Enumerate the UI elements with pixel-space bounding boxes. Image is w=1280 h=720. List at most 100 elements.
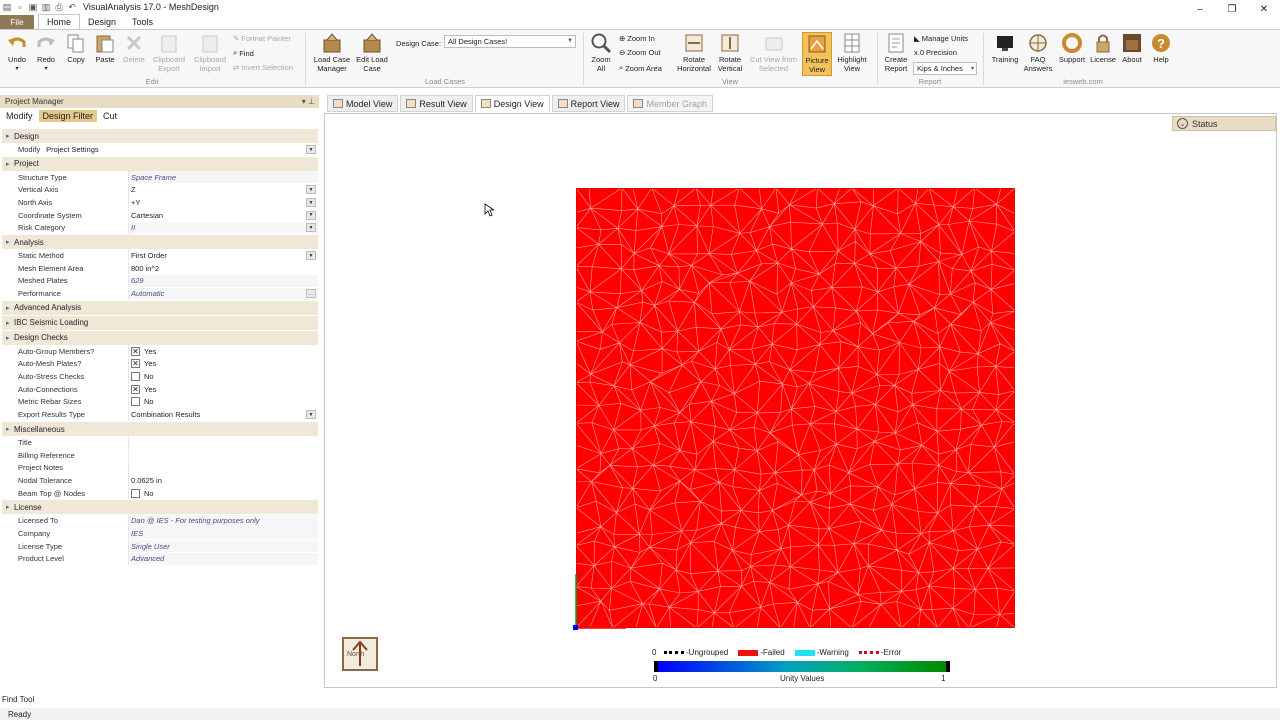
property-row-auto-mesh-plates[interactable]: Auto-Mesh Plates? ✕ Yes	[2, 357, 318, 371]
zoom-in-button[interactable]: ⊕ Zoom In	[619, 34, 655, 43]
paste-button[interactable]: Paste	[93, 32, 117, 65]
pin-icon[interactable]: ▾ ⊥	[302, 97, 315, 106]
app-icon[interactable]: ▤	[2, 2, 12, 12]
tab-home[interactable]: Home	[38, 14, 81, 29]
property-value[interactable]: +Y	[128, 196, 318, 209]
section-advanced-analysis[interactable]: Advanced Analysis	[2, 300, 318, 315]
property-row-risk-category[interactable]: Risk Category II ▼	[2, 221, 318, 234]
chevron-down-icon[interactable]: ▼	[306, 251, 316, 261]
rotate-horizontal-button[interactable]: Rotate Horizontal	[674, 32, 714, 73]
find-tool[interactable]: Find Tool	[2, 695, 34, 704]
property-row-performance[interactable]: Performance Automatic…	[2, 287, 318, 300]
picture-view-button[interactable]: Picture View	[802, 32, 832, 76]
property-row-mesh-element-area[interactable]: Mesh Element Area 800 in^2	[2, 262, 318, 275]
redo-button[interactable]: Redo ▾	[35, 32, 57, 73]
property-value[interactable]: 800 in^2	[128, 262, 318, 275]
section-design[interactable]: Design	[2, 129, 318, 143]
status-button[interactable]: ⌄ Status	[1172, 116, 1276, 131]
format-painter-button[interactable]: ✎ Format Painter	[233, 34, 291, 43]
pm-tab-modify[interactable]: Modify	[2, 110, 37, 122]
undo-button[interactable]: Undo ▾	[6, 32, 28, 73]
section-design-checks[interactable]: Design Checks	[2, 330, 318, 345]
checkbox[interactable]: ✕	[131, 384, 140, 394]
property-row-billing-reference[interactable]: Billing Reference	[2, 449, 318, 462]
faq-answers-button[interactable]: FAQ Answers	[1022, 32, 1054, 73]
checkbox[interactable]	[131, 488, 140, 498]
file-tab[interactable]: File	[0, 15, 34, 29]
property-value[interactable]: 0.0625 in	[128, 474, 318, 487]
create-report-button[interactable]: Create Report	[881, 32, 911, 73]
chevron-down-icon[interactable]: ▼	[306, 185, 316, 195]
support-button[interactable]: Support	[1057, 32, 1087, 65]
property-row-product-level[interactable]: Product Level Advanced	[2, 552, 318, 566]
property-row-coordinate-system[interactable]: Coordinate System Cartesian ▼	[2, 209, 318, 222]
print-icon[interactable]: ⎙	[54, 2, 64, 12]
zoom-all-button[interactable]: Zoom All	[588, 32, 614, 73]
property-row-structure-type[interactable]: Structure Type Space Frame	[2, 171, 318, 184]
zoom-area-button[interactable]: ⌕ Zoom Area	[619, 63, 662, 73]
cut-view-button[interactable]: Cut View from Selected	[747, 32, 800, 73]
property-row-company[interactable]: Company IES	[2, 527, 318, 540]
tab-result-view[interactable]: Result View	[400, 95, 473, 112]
checkbox[interactable]: ✕	[131, 359, 140, 369]
rotate-vertical-button[interactable]: Rotate Vertical	[715, 32, 745, 73]
section-ibc-seismic-loading[interactable]: IBC Seismic Loading	[2, 315, 318, 330]
clipboard-export-button[interactable]: Clipboard Export	[150, 32, 188, 73]
property-row-auto-connections[interactable]: Auto-Connections ✕ Yes	[2, 383, 318, 396]
property-row-meshed-plates[interactable]: Meshed Plates 629	[2, 274, 318, 288]
tab-design[interactable]: Design	[80, 15, 124, 29]
license-button[interactable]: License	[1089, 32, 1117, 65]
property-row-licensed-to[interactable]: Licensed To Dan @ IES - For testing purpo…	[2, 514, 318, 527]
tab-tools[interactable]: Tools	[124, 15, 161, 29]
property-value[interactable]	[128, 449, 318, 462]
design-case-select[interactable]: All Design Cases! ▼	[444, 35, 576, 48]
undo-quick-icon[interactable]: ↶	[67, 2, 77, 12]
units-select[interactable]: Kips & Inches ▾	[913, 62, 977, 75]
help-button[interactable]: ? Help	[1150, 32, 1172, 65]
property-row-modify[interactable]: Modify Project Settings ▼	[2, 143, 318, 156]
checkbox[interactable]	[131, 372, 140, 382]
property-row-metric-rebar-sizes[interactable]: Metric Rebar Sizes No	[2, 395, 318, 409]
property-value[interactable]	[128, 461, 318, 474]
manage-units-button[interactable]: ◣ Manage Units	[914, 34, 968, 43]
property-row-beam-top-nodes[interactable]: Beam Top @ Nodes No	[2, 487, 318, 500]
property-row-north-axis[interactable]: North Axis +Y ▼	[2, 196, 318, 209]
property-row-project-notes[interactable]: Project Notes	[2, 461, 318, 474]
about-button[interactable]: About	[1119, 32, 1145, 65]
section-analysis[interactable]: Analysis	[2, 235, 318, 250]
load-case-manager-button[interactable]: Load Case Manager	[312, 32, 352, 73]
tab-model-view[interactable]: Model View	[327, 95, 399, 112]
chevron-down-icon[interactable]: ▼	[306, 410, 316, 420]
property-value[interactable]: Cartesian	[128, 209, 318, 222]
checkbox[interactable]	[131, 397, 140, 407]
section-license[interactable]: License	[2, 500, 318, 515]
chevron-down-icon[interactable]: ▼	[306, 198, 316, 208]
property-row-auto-stress-checks[interactable]: Auto-Stress Checks No	[2, 370, 318, 383]
property-value[interactable]: First Order	[128, 249, 318, 262]
save-icon[interactable]: ▣	[28, 2, 38, 12]
section-miscellaneous[interactable]: Miscellaneous	[2, 422, 318, 436]
find-button[interactable]: ⌕ Find	[233, 48, 254, 58]
chevron-down-icon[interactable]: ▼	[306, 210, 316, 220]
new-icon[interactable]: ▫	[15, 2, 25, 12]
precision-button[interactable]: x.0 Precision	[914, 48, 957, 57]
edit-load-case-button[interactable]: Edit Load Case	[354, 32, 390, 73]
tab-design-view[interactable]: Design View	[474, 95, 550, 112]
meshed-plate[interactable]	[576, 188, 1015, 628]
property-row-static-method[interactable]: Static Method First Order ▼	[2, 249, 318, 262]
property-row-vertical-axis[interactable]: Vertical Axis Z ▼	[2, 183, 318, 196]
pm-tab-design-filter[interactable]: Design Filter	[38, 110, 98, 122]
property-value[interactable]	[128, 436, 318, 449]
chevron-down-icon[interactable]: ▼	[306, 145, 316, 154]
invert-selection-button[interactable]: ⇄ Invert Selection	[233, 63, 293, 72]
property-value[interactable]: Combination Results	[128, 408, 318, 421]
section-project[interactable]: Project	[2, 156, 318, 171]
training-button[interactable]: Training	[988, 32, 1022, 65]
pm-tab-cut[interactable]: Cut	[99, 110, 121, 122]
tab-report-view[interactable]: Report View	[551, 95, 626, 112]
delete-button[interactable]: Delete	[122, 32, 146, 65]
property-row-title[interactable]: Title	[2, 436, 318, 449]
zoom-out-button[interactable]: ⊖ Zoom Out	[619, 48, 661, 57]
clipboard-import-button[interactable]: Clipboard Import	[191, 32, 229, 73]
copy-button[interactable]: Copy	[64, 32, 88, 65]
